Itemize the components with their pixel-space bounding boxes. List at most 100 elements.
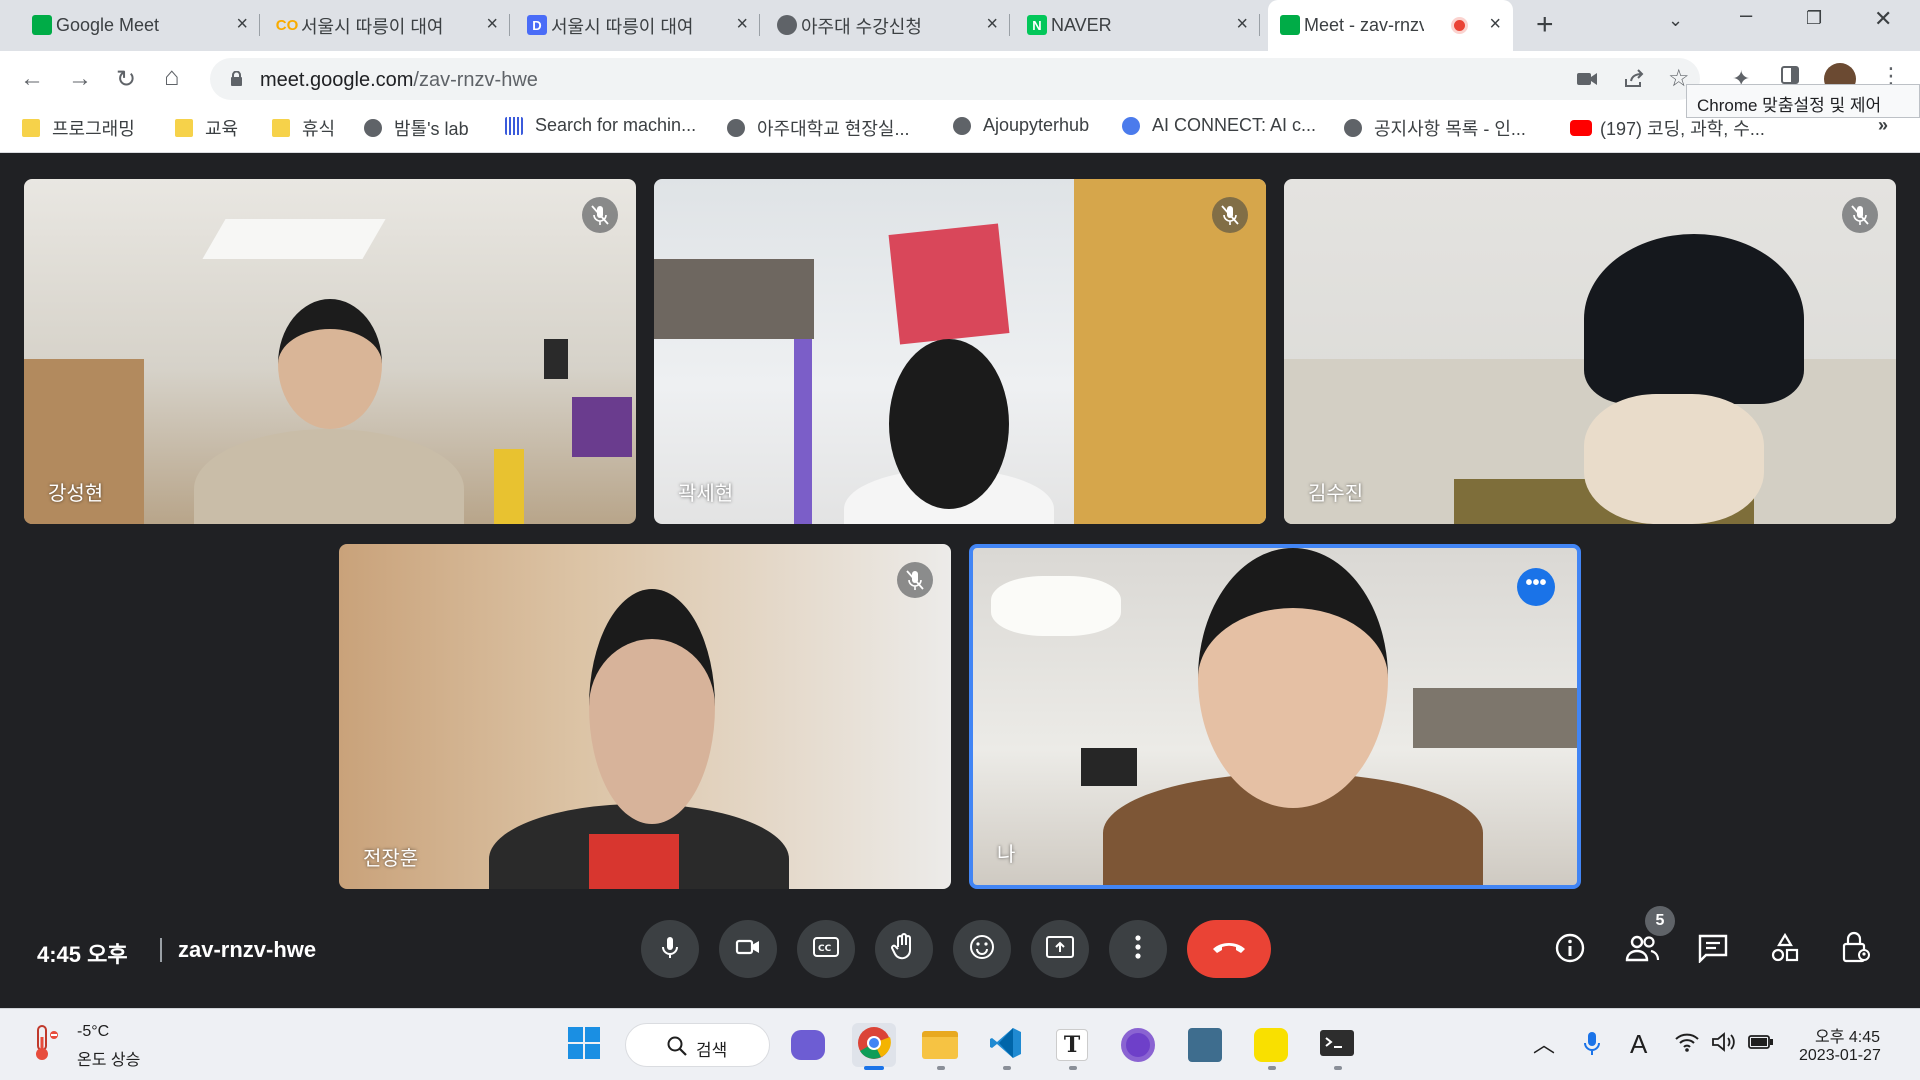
close-icon[interactable]: ×	[736, 13, 748, 36]
participant-tile[interactable]: 곽세현	[654, 179, 1266, 524]
tab-ajou-registration[interactable]: 아주대 수강신청 ×	[765, 0, 1010, 51]
chevron-up-icon[interactable]: ︿	[1533, 1027, 1555, 1059]
leave-call-button[interactable]	[1187, 920, 1271, 978]
host-controls-button[interactable]	[1838, 931, 1874, 968]
bookmark-label: 휴식	[302, 119, 336, 139]
mic-muted-icon	[1212, 197, 1248, 233]
close-icon[interactable]: ×	[1236, 13, 1248, 36]
minimize-icon[interactable]: –	[1740, 2, 1752, 28]
tab-google-meet[interactable]: Google Meet ×	[20, 0, 260, 51]
bookmark-ajoupyterhub[interactable]: Ajoupyterhub	[953, 115, 1089, 136]
taskbar-app-typora[interactable]: T	[1050, 1023, 1094, 1067]
participant-tile[interactable]: 전장훈	[339, 544, 951, 889]
bookmarks-overflow-icon[interactable]: »	[1878, 115, 1888, 136]
terminal-icon	[1319, 1028, 1355, 1063]
people-button[interactable]	[1624, 932, 1660, 968]
bookmark-ai-connect[interactable]: AI CONNECT: AI c...	[1122, 115, 1316, 136]
forward-icon[interactable]: →	[68, 65, 92, 93]
running-app-indicator	[1268, 1066, 1276, 1070]
self-view-tile[interactable]: ••• 나	[969, 544, 1581, 889]
home-icon[interactable]: ⌂	[164, 61, 180, 92]
chat-icon	[1697, 933, 1729, 968]
close-window-icon[interactable]: ✕	[1874, 6, 1892, 32]
close-icon[interactable]: ×	[486, 13, 498, 36]
taskbar-search[interactable]: 검색	[625, 1023, 770, 1067]
volume-icon[interactable]	[1711, 1031, 1737, 1058]
running-app-indicator	[1069, 1066, 1077, 1070]
camera-button[interactable]	[719, 920, 777, 978]
participant-tile[interactable]: 김수진	[1284, 179, 1896, 524]
meet-icon	[1280, 15, 1300, 35]
bookmark-ajou-field[interactable]: 아주대학교 현장실...	[727, 115, 909, 141]
bookmark-youtube[interactable]: (197) 코딩, 과학, 수...	[1570, 115, 1765, 141]
participant-name: 강성현	[48, 483, 104, 505]
activities-button[interactable]	[1767, 932, 1803, 968]
input-method-icon[interactable]: A	[1630, 1029, 1647, 1060]
restore-icon[interactable]: ❐	[1806, 8, 1822, 29]
people-icon	[1624, 933, 1660, 968]
bookmark-search-machine[interactable]: Search for machin...	[505, 115, 696, 136]
tab-naver[interactable]: N NAVER ×	[1015, 0, 1260, 51]
closed-captions-icon: CC	[812, 935, 840, 964]
camera-in-use-icon[interactable]	[1575, 67, 1599, 97]
reactions-button[interactable]	[953, 920, 1011, 978]
battery-icon[interactable]	[1748, 1033, 1774, 1056]
raise-hand-button[interactable]	[875, 920, 933, 978]
meeting-details-button[interactable]	[1552, 932, 1588, 968]
taskbar-app-github-desktop[interactable]	[1116, 1023, 1160, 1067]
globe-icon	[727, 119, 745, 137]
address-bar[interactable]: meet.google.com/zav-rnzv-hwe ☆	[210, 58, 1700, 100]
phone-hangup-icon	[1211, 939, 1247, 960]
tab-title: NAVER	[1051, 15, 1112, 35]
bookmark-folder-education[interactable]: 교육	[175, 115, 238, 141]
taskbar-app-kakaotalk[interactable]	[1249, 1023, 1293, 1067]
captions-button[interactable]: CC	[797, 920, 855, 978]
tab-meet-active[interactable]: Meet - zav-rnzv ×	[1268, 0, 1513, 51]
taskbar-app-chat[interactable]	[786, 1023, 830, 1067]
taskbar-app-terminal[interactable]	[1315, 1023, 1359, 1067]
d-icon: D	[527, 15, 547, 35]
active-app-indicator	[864, 1066, 884, 1070]
reload-icon[interactable]: ↻	[116, 65, 136, 94]
running-app-indicator	[937, 1066, 945, 1070]
more-options-icon[interactable]: •••	[1517, 568, 1555, 606]
present-screen-button[interactable]	[1031, 920, 1089, 978]
taskbar-app-chrome[interactable]	[852, 1023, 896, 1067]
windows-start-button[interactable]	[562, 1023, 606, 1067]
bookmark-notice-list[interactable]: 공지사항 목록 - 인...	[1344, 115, 1526, 141]
chat-button[interactable]	[1695, 932, 1731, 968]
taskbar-app-file-explorer[interactable]	[918, 1023, 962, 1067]
participant-name: 곽세현	[678, 483, 734, 505]
chrome-icon	[856, 1025, 892, 1066]
microphone-tray-icon[interactable]	[1582, 1031, 1602, 1062]
tab-search-icon[interactable]: ⌄	[1668, 10, 1683, 31]
tab-colab[interactable]: CO 서울시 따릉이 대여 ×	[265, 0, 510, 51]
bookmark-bamtol-lab[interactable]: 밤톨's lab	[364, 115, 469, 141]
new-tab-icon[interactable]: +	[1536, 8, 1554, 42]
bookmark-label: (197) 코딩, 과학, 수...	[1600, 119, 1765, 139]
close-icon[interactable]: ×	[236, 13, 248, 36]
tab-d-app[interactable]: D 서울시 따릉이 대여 ×	[515, 0, 760, 51]
clock-date[interactable]: 2023-01-27	[1799, 1047, 1881, 1065]
bookmark-label: 교육	[205, 119, 239, 139]
participant-tile[interactable]: 강성현	[24, 179, 636, 524]
close-icon[interactable]: ×	[986, 13, 998, 36]
taskbar-app-mysql-workbench[interactable]	[1183, 1023, 1227, 1067]
wifi-icon[interactable]	[1674, 1031, 1700, 1058]
participant-count-badge: 5	[1645, 906, 1675, 936]
close-icon[interactable]: ×	[1489, 13, 1501, 36]
bookmark-folder-programming[interactable]: 프로그래밍	[22, 115, 135, 141]
clock-time[interactable]: 오후 4:45	[1815, 1023, 1880, 1047]
globe-icon	[777, 15, 797, 35]
share-icon[interactable]	[1622, 67, 1646, 97]
bookmark-folder-rest[interactable]: 휴식	[272, 115, 335, 141]
chrome-menu-tooltip: Chrome 맞춤설정 및 제어	[1686, 84, 1920, 118]
lock-icon	[230, 70, 243, 86]
taskbar-app-vscode[interactable]	[984, 1023, 1028, 1067]
mic-muted-icon	[582, 197, 618, 233]
more-options-button[interactable]	[1109, 920, 1167, 978]
microphone-button[interactable]	[641, 920, 699, 978]
back-icon[interactable]: ←	[20, 65, 44, 93]
meeting-code: zav-rnzv-hwe	[178, 937, 317, 962]
hand-icon	[890, 932, 918, 967]
